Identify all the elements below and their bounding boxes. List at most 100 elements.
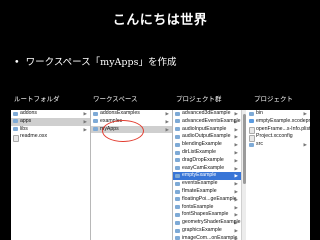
finder-item[interactable]: advanced3dExample ▶ [173, 110, 241, 118]
highlight-circle [102, 120, 144, 142]
disclosure-arrow-icon: ▶ [234, 111, 238, 116]
disclosure-arrow-icon: ▶ [165, 111, 169, 116]
finder-item[interactable]: dragDropExample ▶ [173, 157, 241, 165]
finder-item-label: openFrame...s-Info.plist [256, 125, 310, 132]
folder-icon [93, 111, 98, 116]
finder-scrollbar[interactable] [241, 110, 246, 240]
finder-item-label: bin [256, 110, 263, 116]
finder-item-label: addonsExamples [100, 110, 140, 116]
finder-item-label: src [256, 141, 263, 148]
finder-item[interactable]: src ▶ [247, 141, 310, 149]
finder-item-label: advanced3dExample [182, 110, 231, 116]
finder-item[interactable]: blendingExample ▶ [173, 141, 241, 149]
finder-scrollbar-thumb[interactable] [243, 114, 246, 184]
bullet-line: • ワークスペース「myApps」を作成 [14, 54, 176, 68]
finder-item[interactable]: addonsExamples ▶ [91, 110, 172, 118]
disclosure-arrow-icon: ▶ [234, 126, 238, 132]
slide-title: こんにちは世界 [112, 13, 208, 28]
finder-item[interactable]: fontsExample ▶ [173, 204, 241, 212]
finder-item[interactable]: easyCamExample ▶ [173, 165, 241, 173]
finder-item[interactable]: floatingPoi...geExample ▶ [173, 196, 241, 204]
finder-item[interactable]: audioOutputExample ▶ [173, 133, 241, 141]
finder-item[interactable]: advancedEventsExample ▶ [173, 118, 241, 126]
finder-item-label: fontsExample [182, 203, 214, 210]
disclosure-arrow-icon: ▶ [83, 111, 87, 116]
disclosure-arrow-icon: ▶ [234, 220, 238, 226]
finder-item-label: readme.osx [20, 133, 48, 140]
folder-icon [175, 166, 180, 171]
folder-icon [175, 158, 180, 163]
disclosure-arrow-icon: ▶ [83, 118, 87, 124]
disclosure-arrow-icon: ▶ [234, 173, 238, 179]
finder-item-label: emptyExample.xcodeproj [256, 117, 310, 124]
folder-icon [175, 212, 180, 217]
finder-item-label: imageCom...onExample [182, 234, 238, 240]
column-label-root: ルートフォルダ [14, 95, 60, 103]
finder-item[interactable]: geometryShaderExample ▶ [173, 219, 241, 227]
finder-item[interactable]: openFrame...s-Info.plist [247, 126, 310, 134]
disclosure-arrow-icon: ▶ [303, 142, 307, 148]
folder-icon [175, 111, 180, 116]
folder-icon [93, 119, 98, 124]
finder-item-label: easyCamExample [182, 164, 225, 171]
folder-icon [175, 150, 180, 155]
finder-item[interactable]: bin ▶ [247, 110, 310, 118]
disclosure-arrow-icon: ▶ [234, 134, 238, 140]
folder-icon [13, 111, 18, 116]
folder-icon [175, 205, 180, 210]
finder-item[interactable]: Project.xcconfig [247, 133, 310, 142]
finder-item-label: floatingPoi...geExample [182, 195, 237, 202]
disclosure-arrow-icon: ▶ [234, 157, 238, 163]
finder-item-label: audioInputExample [182, 125, 227, 132]
finder-item-label: blendingExample [182, 141, 222, 148]
finder-item[interactable]: readme.osx [11, 133, 90, 142]
finder-item-label: apps [20, 117, 32, 124]
column-label-workspace: ワークスペース [93, 95, 138, 103]
finder-item-label: libs [20, 125, 28, 132]
finder-item-label: Project.xcconfig [256, 133, 293, 140]
folder-icon [175, 127, 180, 132]
disclosure-arrow-icon: ▶ [234, 118, 238, 124]
folder-icon [175, 220, 180, 225]
file-icon [13, 134, 19, 142]
disclosure-arrow-icon: ▶ [234, 212, 238, 218]
finder-item-label: addons [20, 110, 38, 116]
finder-item[interactable]: addons ▶ [11, 110, 90, 118]
finder-item[interactable]: fImateExample ▶ [173, 188, 241, 196]
disclosure-arrow-icon: ▶ [234, 227, 238, 233]
folder-icon [175, 134, 180, 139]
bullet-marker: • [14, 57, 20, 68]
finder-item-label: emptyExample [182, 172, 217, 179]
finder-item[interactable]: fontShapesExample ▶ [173, 211, 241, 219]
finder-item[interactable]: emptyExample ▶ [173, 172, 241, 181]
folder-icon [175, 181, 180, 186]
finder-item[interactable]: graphicsExample ▶ [173, 227, 241, 235]
folder-icon [93, 127, 98, 132]
finder-item[interactable]: audioInputExample ▶ [173, 126, 241, 134]
finder-item-label: audioOutputExample [182, 133, 231, 140]
finder-window: addons ▶ apps ▶ libs ▶ readme.osx addonsExampl… [11, 110, 310, 240]
finder-item-label: fontShapesExample [182, 211, 229, 218]
finder-item[interactable]: emptyExample.xcodeproj [247, 118, 310, 126]
folder-icon [13, 119, 18, 124]
folder-icon [175, 119, 180, 124]
finder-item-label: advancedEventsExample [182, 117, 241, 124]
disclosure-arrow-icon: ▶ [303, 111, 307, 116]
finder-item[interactable]: imageCom...onExample ▶ [173, 235, 241, 240]
disclosure-arrow-icon: ▶ [234, 149, 238, 155]
disclosure-arrow-icon: ▶ [234, 196, 238, 202]
finder-item[interactable]: libs ▶ [11, 126, 90, 134]
disclosure-arrow-icon: ▶ [83, 126, 87, 132]
column-label-projects: プロジェクト群 [176, 95, 222, 103]
disclosure-arrow-icon: ▶ [234, 235, 238, 240]
finder-item-label: fImateExample [182, 187, 217, 194]
finder-item-label: dirListExample [182, 148, 217, 155]
finder-column-projects: advanced3dExample ▶ advancedEventsExample ▶… [173, 110, 241, 240]
column-label-project: プロジェクト [254, 95, 293, 103]
finder-item[interactable]: dirListExample ▶ [173, 149, 241, 157]
finder-item-label: geometryShaderExample [182, 219, 241, 226]
folder-icon [175, 142, 180, 147]
finder-item[interactable]: apps ▶ [11, 117, 90, 126]
finder-item[interactable]: eventsExample ▶ [173, 180, 241, 188]
finder-column-project: bin ▶ emptyExample.xcodeproj openFrame...s-… [247, 110, 310, 240]
